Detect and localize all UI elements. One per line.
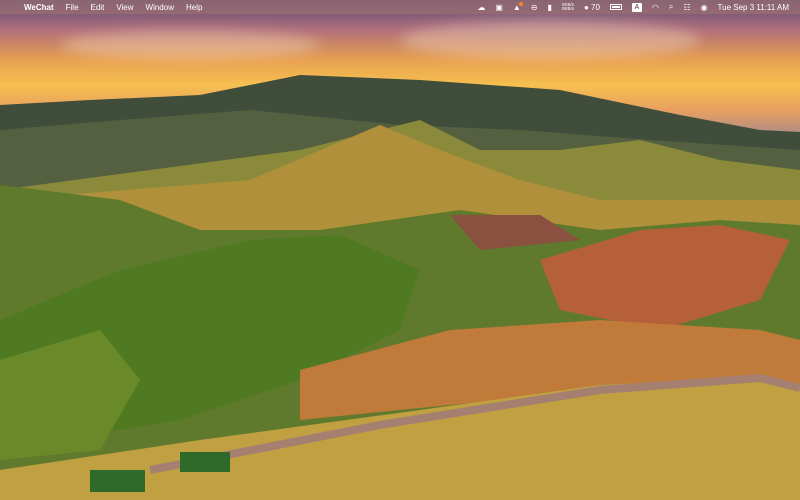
landscape — [0, 75, 800, 500]
notification-dot — [518, 1, 523, 6]
wechat-status[interactable]: ● 70 — [584, 3, 600, 12]
search-icon[interactable]: ⌕ — [669, 2, 673, 12]
wechat-count: 70 — [591, 2, 600, 12]
battery-icon[interactable] — [609, 4, 622, 10]
menu-window[interactable]: Window — [140, 3, 180, 12]
input-source[interactable]: A — [631, 2, 642, 12]
network-speed[interactable]: 0KB/s 0KB/s — [561, 2, 574, 12]
circle-status-icon[interactable]: ⊖ — [531, 3, 538, 12]
menu-app-wechat[interactable]: WeChat — [18, 3, 60, 12]
menu-edit[interactable]: Edit — [85, 3, 111, 12]
notification-icon[interactable]: ▲ — [513, 1, 523, 12]
menu-view[interactable]: View — [110, 3, 139, 12]
clock[interactable]: Tue Sep 3 11:11 AM — [718, 3, 789, 12]
menu-file[interactable]: File — [60, 3, 85, 12]
window-icon[interactable]: ▣ — [495, 3, 503, 12]
security-360-icon[interactable]: ☁ — [477, 3, 485, 12]
desktop-wallpaper — [0, 0, 800, 500]
menu-help[interactable]: Help — [180, 3, 208, 12]
siri-icon[interactable]: ◉ — [701, 3, 708, 12]
wechat-icon: ● — [583, 2, 592, 12]
menu-bar: WeChat File Edit View Window Help ☁ ▣ ▲ … — [0, 0, 800, 14]
wifi-icon[interactable]: ◠ — [652, 3, 659, 12]
jar-icon[interactable]: ▮ — [548, 3, 552, 12]
control-center-icon[interactable]: ☷ — [683, 3, 690, 12]
net-download: 0KB/s — [561, 6, 574, 11]
